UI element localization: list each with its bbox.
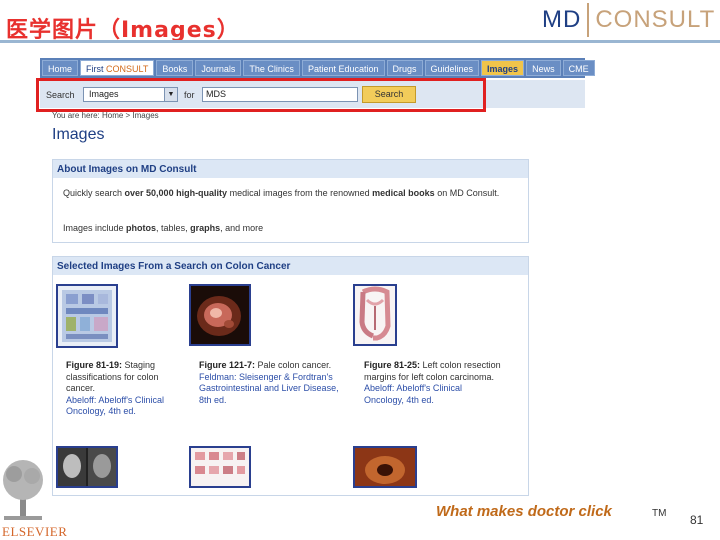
staging-chart-image [62, 290, 112, 342]
search-highlight-box [36, 78, 486, 112]
about-line1-bold2: medical books [372, 188, 435, 198]
about-line2-mid: , tables, [156, 223, 191, 233]
thumbnail-colon-cancer[interactable] [189, 284, 251, 346]
figure-2-text: Pale colon cancer. [255, 360, 332, 370]
about-line2-end: , and more [220, 223, 264, 233]
about-line1-pre: Quickly search [63, 188, 125, 198]
figure-2-number[interactable]: Figure 121-7: [199, 360, 255, 370]
about-line1-bold: over 50,000 high-quality [124, 188, 228, 198]
figure-2-source-link[interactable]: Feldman: Sleisenger & Fordtran's Gastroi… [199, 372, 339, 405]
figure-3-source-link[interactable]: Abeloff: Abeloff's Clinical Oncology, 4t… [364, 383, 462, 405]
figure-caption-2: Figure 121-7: Pale colon cancer. Feldman… [199, 360, 341, 406]
tab-the-clinics[interactable]: The Clinics [243, 60, 300, 76]
tree-icon [3, 460, 43, 520]
about-includes: Images include photos, tables, graphs, a… [63, 223, 263, 233]
thumbnail-colonoscopy[interactable] [353, 446, 417, 488]
tab-patient-education[interactable]: Patient Education [301, 60, 385, 76]
tab-books[interactable]: Books [156, 60, 194, 76]
tab-consult-label: CONSULT [106, 64, 149, 74]
colonoscopy-image [355, 448, 415, 486]
figure-1-number[interactable]: Figure 81-19: [66, 360, 122, 370]
logo-consult-text: CONSULT [595, 6, 716, 33]
figure-caption-1: Figure 81-19: Staging classifications fo… [66, 360, 188, 418]
page-title: Images [52, 126, 105, 143]
tab-journals[interactable]: Journals [195, 60, 242, 76]
colon-resection-image [359, 286, 391, 341]
main-nav: Home First CONSULT Books Journals The Cl… [40, 58, 595, 78]
thumbnail-colon-resection[interactable] [353, 284, 397, 346]
logo-md-text: MD [542, 6, 582, 33]
tagline: What makes doctor click [436, 503, 612, 520]
tab-guidelines[interactable]: Guidelines [424, 60, 480, 76]
figure-1-source-link[interactable]: Abeloff: Abeloff's Clinical Oncology, 4t… [66, 395, 164, 417]
thumbnail-staging-chart[interactable] [56, 284, 118, 348]
tab-first-consult[interactable]: First CONSULT [80, 60, 155, 76]
tab-home[interactable]: Home [42, 60, 79, 76]
about-line1-end: on MD Consult. [434, 188, 500, 198]
xray-scans-image [58, 448, 116, 486]
selected-panel-title: Selected Images From a Search on Colon C… [53, 257, 528, 275]
about-images-panel: About Images on MD Consult Quickly searc… [52, 159, 529, 243]
tab-images[interactable]: Images [481, 60, 525, 76]
thumbnail-diagram-grid[interactable] [189, 446, 251, 488]
about-line1-post: medical images from the renowned [227, 188, 373, 198]
about-description: Quickly search over 50,000 high-quality … [63, 188, 523, 199]
elsevier-tree-logo [0, 456, 46, 522]
diagram-grid-image [195, 452, 245, 474]
title-divider [0, 40, 720, 43]
breadcrumb: You are here: Home > Images [52, 111, 159, 120]
page-number: 81 [690, 513, 704, 527]
tab-drugs[interactable]: Drugs [386, 60, 423, 76]
logo-divider [587, 3, 590, 37]
elsevier-wordmark: ELSEVIER [2, 524, 68, 539]
trademark: TM [652, 508, 667, 519]
tab-news[interactable]: News [526, 60, 561, 76]
colon-cancer-image [191, 286, 249, 344]
about-line2-pre: Images include [63, 223, 127, 233]
tab-first-label: First [86, 64, 104, 74]
about-line2-b1: photos [126, 223, 157, 233]
about-panel-title: About Images on MD Consult [53, 160, 528, 178]
about-line2-b2: graphs [190, 223, 221, 233]
md-consult-logo: MD CONSULT [542, 2, 715, 38]
figure-3-number[interactable]: Figure 81-25: [364, 360, 420, 370]
thumbnail-xray-scans[interactable] [56, 446, 118, 488]
tab-cme[interactable]: CME [562, 60, 595, 76]
figure-caption-3: Figure 81-25: Left colon resection margi… [364, 360, 504, 406]
